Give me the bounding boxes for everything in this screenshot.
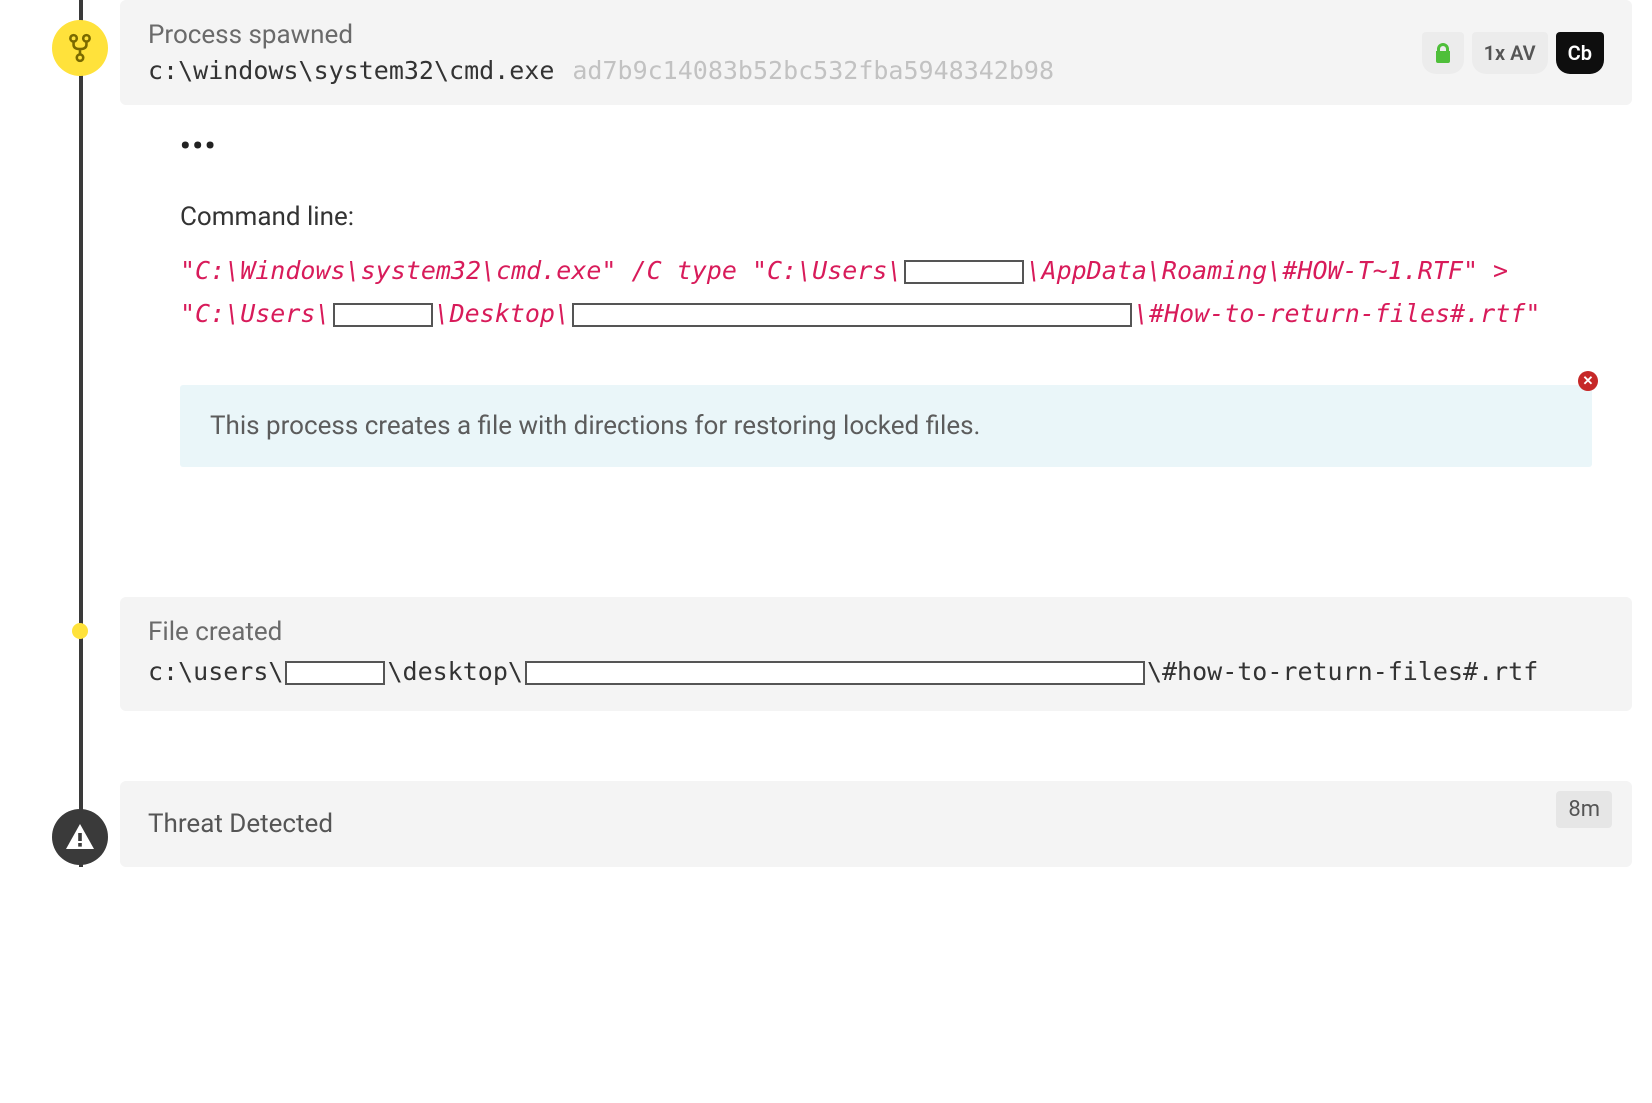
timeline-rail (79, 0, 83, 867)
event-header[interactable]: File created c:\users\ \desktop\ \#how-to-… (120, 597, 1632, 711)
event-body: ••• Command line: "C:\Windows\system32\c… (120, 105, 1632, 527)
dot-icon (72, 623, 88, 639)
event-title: Threat Detected (148, 809, 333, 839)
redacted-segment (285, 661, 385, 685)
analysis-note: This process creates a file with directi… (180, 385, 1592, 467)
cb-badge[interactable]: Cb (1556, 32, 1604, 74)
event-path: c:\users\ \desktop\ \#how-to-return-files#… (148, 653, 1604, 691)
more-icon[interactable]: ••• (180, 129, 1592, 162)
command-line-label: Command line: (180, 202, 1592, 232)
event-path: c:\windows\system32\cmd.exe (148, 56, 554, 85)
event-threat-detected: Threat Detected 8m (120, 781, 1632, 867)
alert-icon (52, 809, 108, 865)
lock-icon (1434, 43, 1452, 63)
time-badge: 8m (1556, 791, 1612, 828)
path-segment: \desktop\ (387, 657, 522, 686)
path-segment: \#how-to-return-files#.rtf (1147, 657, 1538, 686)
event-file-created: File created c:\users\ \desktop\ \#how-to-… (120, 597, 1632, 711)
cmd-segment: "C:\Windows\system32\cmd.exe" /C type "C… (180, 256, 902, 285)
redacted-segment (525, 661, 1145, 685)
cmd-segment: \#How-to-return-files#.rtf" (1134, 299, 1540, 328)
event-title: File created (148, 617, 1604, 647)
redacted-segment (572, 303, 1132, 327)
event-process-spawned: Process spawned c:\windows\system32\cmd.… (120, 0, 1632, 527)
path-segment: c:\users\ (148, 657, 283, 686)
event-title: Process spawned (148, 20, 1404, 50)
command-line-value: "C:\Windows\system32\cmd.exe" /C type "C… (180, 250, 1592, 335)
av-badge[interactable]: 1x AV (1472, 32, 1548, 74)
event-hash: ad7b9c14083b52bc532fba5948342b98 (572, 56, 1054, 85)
cmd-segment: \Desktop\ (435, 299, 570, 328)
redacted-segment (333, 303, 433, 327)
close-icon[interactable]: ✕ (1578, 371, 1598, 391)
redacted-segment (904, 260, 1024, 284)
event-header[interactable]: Threat Detected 8m (120, 781, 1632, 867)
fork-icon (52, 20, 108, 76)
lock-badge[interactable] (1422, 32, 1464, 74)
event-header[interactable]: Process spawned c:\windows\system32\cmd.… (120, 0, 1632, 105)
